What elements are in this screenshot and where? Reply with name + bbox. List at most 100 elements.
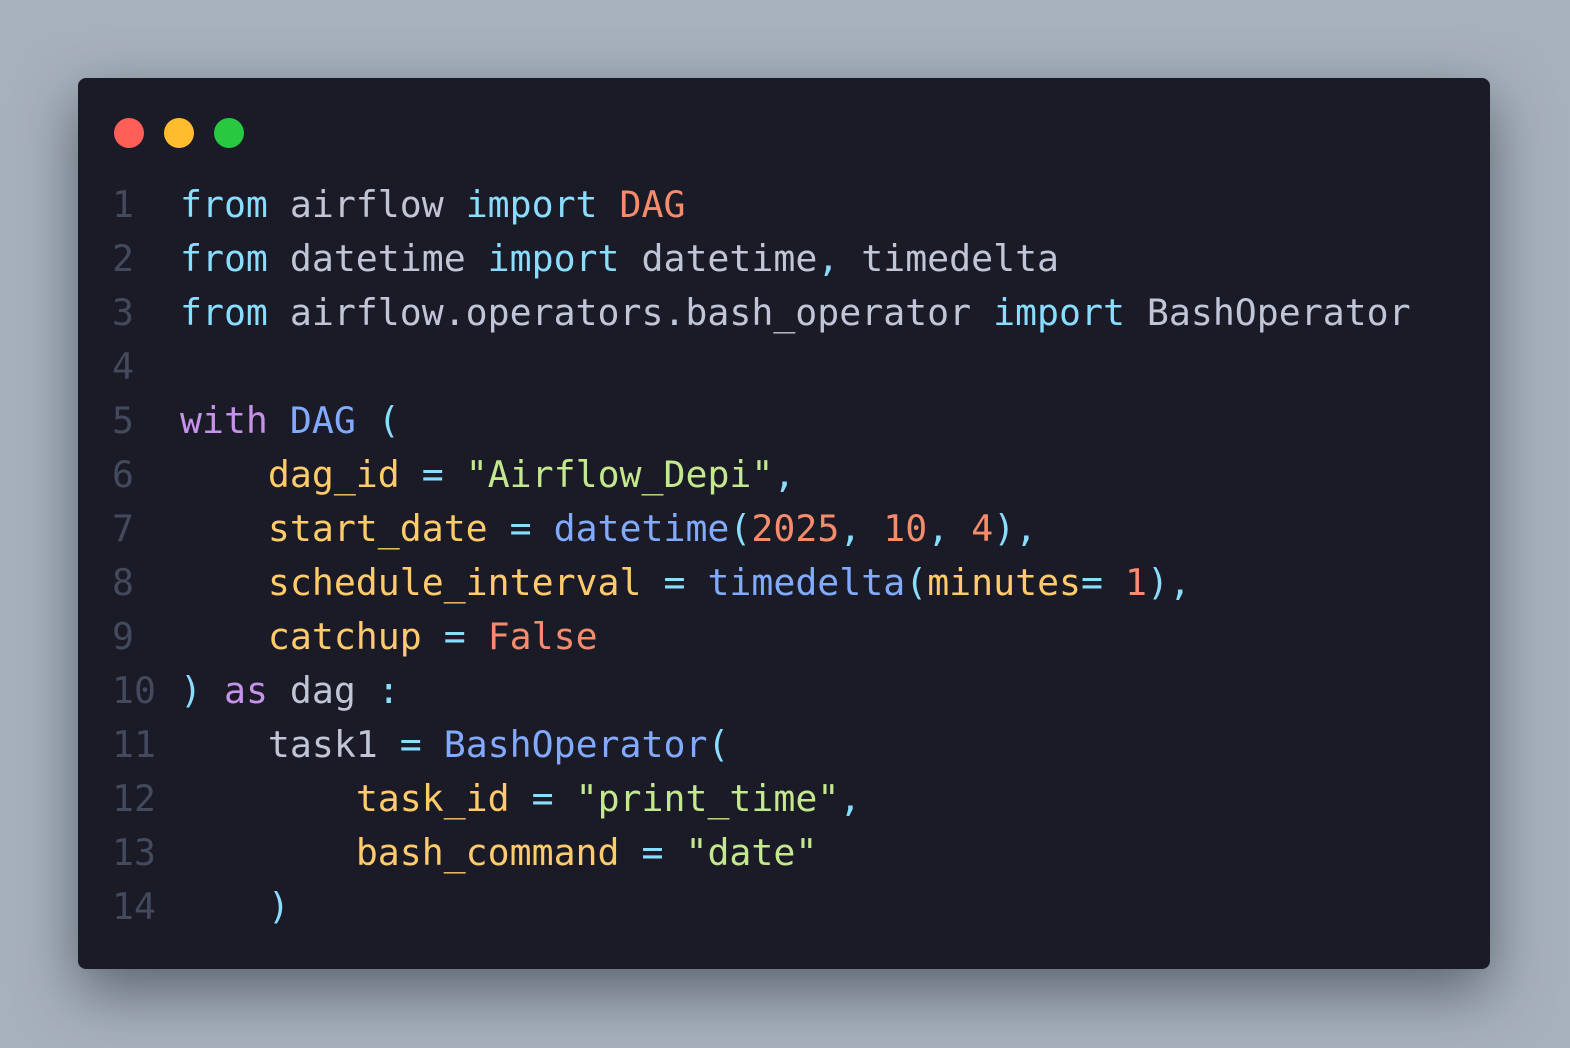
line-content: ) as dag : bbox=[180, 664, 400, 718]
code-token-func: datetime bbox=[553, 507, 730, 550]
line-number: 6 bbox=[112, 453, 134, 496]
line-number: 13 bbox=[112, 831, 156, 874]
code-token-punct: , bbox=[839, 777, 862, 820]
code-token-keyword: import bbox=[993, 291, 1125, 334]
code-token-number: 2025 bbox=[751, 507, 840, 550]
code-token-punct: ) bbox=[180, 669, 202, 712]
line-content: ) bbox=[180, 880, 290, 934]
code-token-func: timedelta bbox=[707, 561, 906, 604]
line-number: 8 bbox=[112, 561, 134, 604]
code-token-op: = bbox=[509, 507, 532, 550]
minimize-button[interactable] bbox=[164, 118, 194, 148]
line-number: 1 bbox=[112, 183, 134, 226]
line-content: with DAG ( bbox=[180, 394, 400, 448]
code-token-plain: BashOperator bbox=[1124, 291, 1411, 334]
code-token-plain: dag bbox=[267, 669, 378, 712]
code-token-op: = bbox=[399, 723, 422, 766]
code-token-keyword: from bbox=[180, 291, 268, 334]
code-token-plain: datetime bbox=[267, 237, 488, 280]
line-content: task1 = BashOperator( bbox=[180, 718, 730, 772]
code-token-string: "date" bbox=[685, 831, 818, 874]
code-token-punct: ( bbox=[905, 561, 928, 604]
line-content: catchup = False bbox=[180, 610, 598, 664]
code-token-plain: datetime bbox=[619, 237, 818, 280]
line-content: from airflow import DAG bbox=[180, 178, 685, 232]
code-token-punct: ), bbox=[993, 507, 1038, 550]
line-content: dag_id = "Airflow_Depi", bbox=[180, 448, 795, 502]
code-token-class: DAG bbox=[619, 183, 686, 226]
code-token-param: catchup bbox=[267, 615, 422, 658]
code-token-plain: task1 bbox=[180, 723, 400, 766]
code-token-punct: ( bbox=[707, 723, 730, 766]
line-content: start_date = datetime(2025, 10, 4), bbox=[180, 502, 1037, 556]
line-number: 3 bbox=[112, 291, 134, 334]
code-token-punct: ), bbox=[1146, 561, 1191, 604]
code-token-op: = bbox=[443, 615, 466, 658]
code-token-op: = bbox=[1081, 561, 1104, 604]
code-token-func: DAG bbox=[289, 399, 356, 442]
code-token-control: with bbox=[180, 399, 268, 442]
code-token-punct: ( bbox=[377, 399, 400, 442]
code-token-punct: , bbox=[817, 237, 840, 280]
code-token-punct: , bbox=[839, 507, 862, 550]
code-token-keyword: from bbox=[180, 183, 268, 226]
code-token-punct: ) bbox=[267, 885, 290, 928]
line-number: 11 bbox=[112, 723, 156, 766]
line-number: 5 bbox=[112, 399, 134, 442]
code-token-number: 10 bbox=[883, 507, 928, 550]
code-token-plain: timedelta bbox=[839, 237, 1060, 280]
code-token-string: "Airflow_Depi" bbox=[465, 453, 774, 496]
code-token-func: BashOperator bbox=[443, 723, 708, 766]
code-token-op: = bbox=[641, 831, 664, 874]
code-token-bool: False bbox=[487, 615, 598, 658]
code-window: 1 from airflow import DAG 2 from datetime i… bbox=[78, 78, 1490, 969]
code-token-punct: ( bbox=[729, 507, 752, 550]
code-token-keyword: import bbox=[487, 237, 620, 280]
line-content: schedule_interval = timedelta(minutes= 1… bbox=[180, 556, 1191, 610]
line-number: 12 bbox=[112, 777, 156, 820]
code-token-param: minutes bbox=[927, 561, 1082, 604]
code-token-param: task_id bbox=[355, 777, 510, 820]
code-token-plain: airflow.operators.bash_operator bbox=[267, 291, 994, 334]
line-number: 4 bbox=[112, 345, 134, 388]
code-token-param: schedule_interval bbox=[267, 561, 642, 604]
line-number: 2 bbox=[112, 237, 134, 280]
code-token-keyword: from bbox=[180, 237, 268, 280]
code-token-param: dag_id bbox=[267, 453, 400, 496]
line-number: 14 bbox=[112, 885, 156, 928]
close-button[interactable] bbox=[114, 118, 144, 148]
maximize-button[interactable] bbox=[214, 118, 244, 148]
line-content: from airflow.operators.bash_operator imp… bbox=[180, 286, 1411, 340]
code-token-punct: : bbox=[377, 669, 400, 712]
code-token-plain: airflow bbox=[267, 183, 466, 226]
line-number: 10 bbox=[112, 669, 156, 712]
line-content: from datetime import datetime, timedelta bbox=[180, 232, 1059, 286]
code-token-punct: , bbox=[773, 453, 796, 496]
